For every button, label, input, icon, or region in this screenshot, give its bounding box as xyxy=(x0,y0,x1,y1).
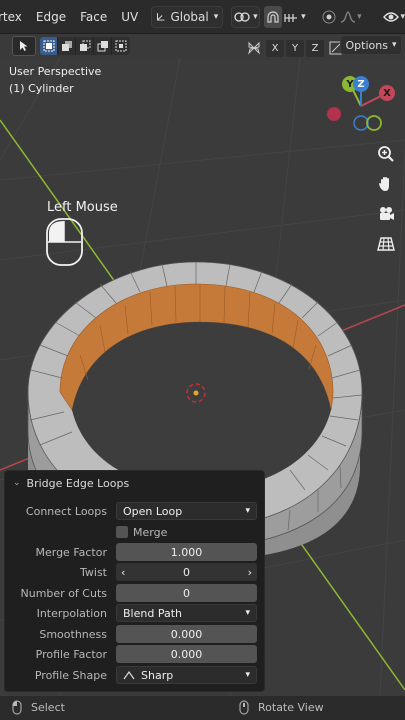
number-of-cuts-value: 0 xyxy=(183,586,190,600)
connect-loops-dropdown[interactable]: Open Loop ▾ xyxy=(116,502,257,520)
chevron-down-icon: ▾ xyxy=(245,670,250,680)
mirror-x-button[interactable]: X xyxy=(266,39,284,57)
proportional-editing-icon[interactable] xyxy=(320,6,339,28)
pan-hand-icon[interactable] xyxy=(373,172,399,196)
chevron-down-icon: ⌄ xyxy=(13,478,21,488)
mirror-y-button[interactable]: Y xyxy=(286,39,304,57)
chevron-down-icon[interactable]: ▾ xyxy=(357,12,362,22)
camera-icon[interactable] xyxy=(373,202,399,226)
status-select-label: Select xyxy=(31,701,65,714)
interpolation-value: Blend Path xyxy=(123,606,182,620)
merge-factor-value: 1.000 xyxy=(170,545,203,559)
select-invert-icon[interactable] xyxy=(94,37,112,55)
smoothness-field[interactable]: 0.000 xyxy=(116,625,257,643)
pivot-point-dropdown[interactable]: ▾ xyxy=(231,5,260,28)
chevron-down-icon: ▾ xyxy=(253,11,258,22)
link-icon xyxy=(234,11,250,22)
twist-stepper[interactable]: ‹ 0 › xyxy=(116,563,257,581)
orientation-label: Global xyxy=(170,9,209,24)
gizmo-x-axis[interactable]: X xyxy=(379,85,395,101)
profile-shape-content: Sharp xyxy=(123,669,173,682)
number-of-cuts-field[interactable]: 0 xyxy=(116,584,257,602)
select-extend-icon[interactable] xyxy=(58,37,76,55)
select-intersect-icon[interactable] xyxy=(112,37,130,55)
row-twist: Twist ‹ 0 › xyxy=(5,563,266,581)
mouse-hint-label: Left Mouse xyxy=(47,200,118,215)
profile-shape-dropdown[interactable]: Sharp ▾ xyxy=(116,666,257,684)
chevron-down-icon[interactable]: ▾ xyxy=(301,12,306,22)
select-tool-button[interactable] xyxy=(12,36,36,56)
cursor-arrow-icon xyxy=(20,41,28,51)
active-object-label: (1) Cylinder xyxy=(9,82,74,95)
mirror-axis-group: X Y Z xyxy=(244,37,346,59)
merge-checkbox[interactable] xyxy=(116,526,128,538)
twist-value: 0 xyxy=(183,565,190,579)
zoom-icon[interactable] xyxy=(373,142,399,166)
mouse-middle-icon xyxy=(239,700,249,715)
profile-factor-label: Profile Factor xyxy=(35,647,107,661)
row-merge-factor: Merge Factor 1.000 xyxy=(5,543,266,561)
falloff-curve-icon[interactable] xyxy=(338,6,357,28)
profile-shape-value: Sharp xyxy=(141,668,174,682)
view-perspective-label: User Perspective xyxy=(9,65,102,78)
status-bar: Select Rotate View xyxy=(0,696,405,720)
snap-target-icon[interactable] xyxy=(282,6,301,28)
visibility-eye-icon[interactable] xyxy=(382,6,401,28)
twist-label: Twist xyxy=(80,565,107,579)
menu-face[interactable]: Face xyxy=(73,10,114,24)
row-profile-shape: Profile Shape Sharp ▾ xyxy=(5,666,266,684)
merge-factor-field[interactable]: 1.000 xyxy=(116,543,257,561)
gizmo-z-axis[interactable]: Z xyxy=(353,76,369,92)
row-merge: Merge xyxy=(5,523,266,541)
row-profile-factor: Profile Factor 0.000 xyxy=(5,645,266,663)
profile-factor-field[interactable]: 0.000 xyxy=(116,645,257,663)
operator-title: Bridge Edge Loops xyxy=(26,476,130,490)
menu-edge[interactable]: Edge xyxy=(29,10,73,24)
interpolation-label: Interpolation xyxy=(36,606,107,620)
merge-factor-label: Merge Factor xyxy=(35,545,107,559)
snap-magnet-icon[interactable] xyxy=(263,5,283,28)
selection-mode-group xyxy=(40,37,130,55)
chevron-down-icon: ▾ xyxy=(391,40,397,50)
mouse-left-icon xyxy=(12,700,22,715)
orientation-icon xyxy=(157,12,165,21)
status-rotate-label: Rotate View xyxy=(258,701,324,714)
chevron-down-icon: ▾ xyxy=(245,506,250,516)
merge-label: Merge xyxy=(133,525,168,539)
smoothness-value: 0.000 xyxy=(170,627,203,641)
header-bar: rtex Edge Face UV Global ▾ ▾ ▾ ▾ ▾ xyxy=(0,0,405,34)
butterfly-mirror-icon[interactable] xyxy=(244,37,264,59)
chevron-left-icon[interactable]: ‹ xyxy=(121,566,125,579)
profile-factor-value: 0.000 xyxy=(170,647,203,661)
chevron-down-icon[interactable]: ▾ xyxy=(400,12,405,22)
row-connect-loops: Connect Loops Open Loop ▾ xyxy=(5,502,266,520)
transform-orientation-dropdown[interactable]: Global ▾ xyxy=(151,5,224,28)
operator-panel-header[interactable]: ⌄ Bridge Edge Loops xyxy=(5,472,264,494)
select-subtract-icon[interactable] xyxy=(76,37,94,55)
row-smoothness: Smoothness 0.000 xyxy=(5,625,266,643)
menu-uv[interactable]: UV xyxy=(114,10,145,24)
options-label: Options xyxy=(345,38,388,52)
select-new-icon[interactable] xyxy=(40,37,58,55)
operator-panel: ⌄ Bridge Edge Loops Connect Loops Open L… xyxy=(4,470,265,692)
viewport-navigation xyxy=(373,142,399,256)
menu-vertex[interactable]: rtex xyxy=(0,10,29,24)
connect-loops-label: Connect Loops xyxy=(25,504,107,518)
options-dropdown[interactable]: Options ▾ xyxy=(340,35,402,55)
row-number-of-cuts: Number of Cuts 0 xyxy=(5,584,266,602)
smoothness-label: Smoothness xyxy=(39,627,107,641)
perspective-grid-icon[interactable] xyxy=(373,232,399,256)
chevron-right-icon[interactable]: › xyxy=(248,566,252,579)
row-interpolation: Interpolation Blend Path ▾ xyxy=(5,604,266,622)
sharp-profile-icon xyxy=(123,670,135,680)
profile-shape-label: Profile Shape xyxy=(34,668,107,682)
mirror-z-button[interactable]: Z xyxy=(306,39,324,57)
connect-loops-value: Open Loop xyxy=(123,504,183,518)
chevron-down-icon: ▾ xyxy=(213,11,219,22)
chevron-down-icon: ▾ xyxy=(245,608,250,618)
interpolation-dropdown[interactable]: Blend Path ▾ xyxy=(116,604,257,622)
number-of-cuts-label: Number of Cuts xyxy=(20,586,107,600)
